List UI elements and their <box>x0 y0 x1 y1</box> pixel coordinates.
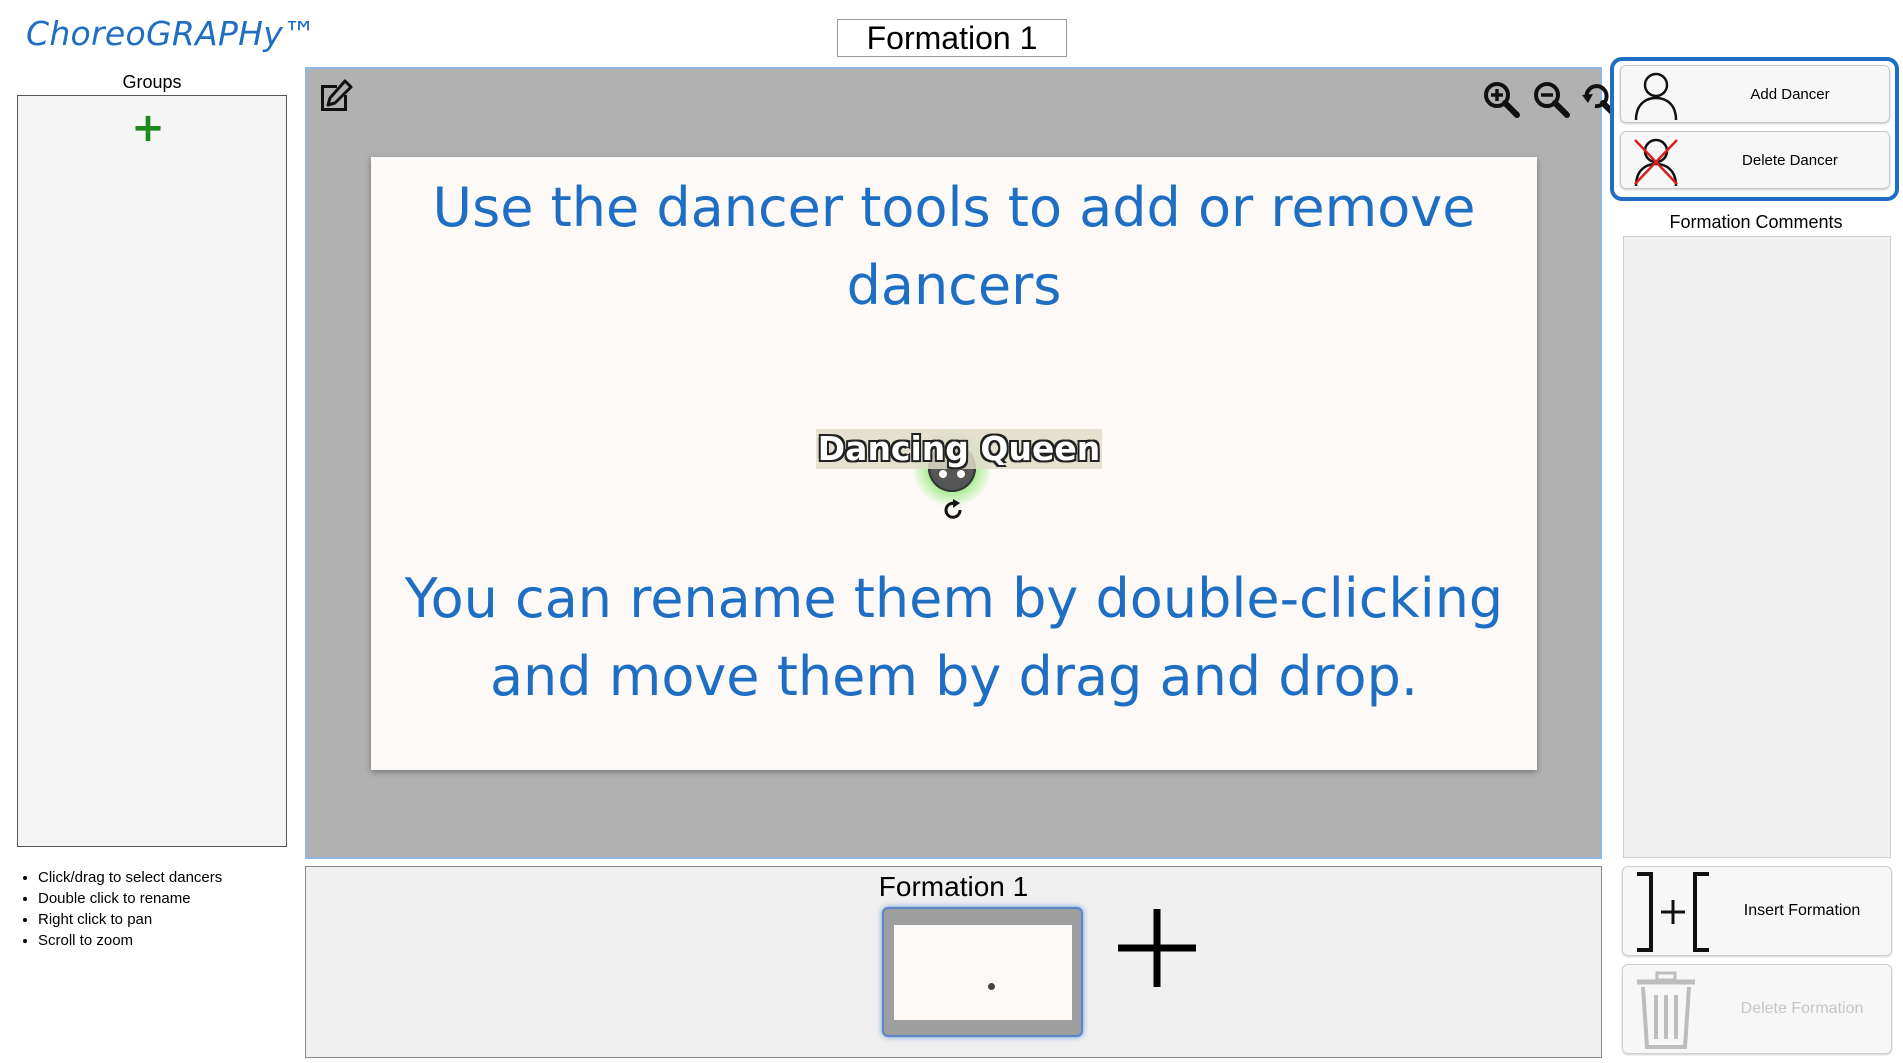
formation-title-text: Formation 1 <box>866 19 1038 56</box>
formation-timeline[interactable]: Formation 1 <box>305 866 1602 1058</box>
timeline-current-label: Formation 1 <box>878 871 1029 902</box>
dancer-eye <box>957 470 965 478</box>
instruction-text-top: Use the dancer tools to add or remove da… <box>432 176 1476 317</box>
add-dancer-button[interactable]: Add Dancer <box>1620 65 1890 123</box>
dancer-eye <box>939 470 947 478</box>
stage-canvas[interactable]: Use the dancer tools to add or remove da… <box>305 67 1618 859</box>
rotate-icon[interactable] <box>940 497 966 523</box>
edit-icon[interactable] <box>315 77 355 117</box>
formation-thumbnail[interactable] <box>882 907 1083 1037</box>
formation-comments-label: Formation Comments <box>1669 212 1843 232</box>
groups-label: Groups <box>122 72 182 92</box>
help-item: Right click to pan <box>38 909 222 930</box>
thumbnail-dancer-dot <box>988 983 995 990</box>
formation-title[interactable]: Formation 1 <box>837 19 1067 57</box>
thumbnail-floor <box>894 925 1072 1020</box>
delete-formation-label: Delete Formation <box>1740 1000 1864 1017</box>
formation-comments-input[interactable] <box>1623 236 1891 858</box>
app-title: ChoreoGRAPHy™ <box>26 14 317 53</box>
delete-formation-button[interactable]: Delete Formation <box>1622 964 1892 1054</box>
user-delete-icon <box>1634 138 1678 187</box>
dancer-name-label[interactable]: Dancing Queen <box>816 429 1102 469</box>
zoom-out-icon[interactable] <box>1531 79 1571 119</box>
stage-floor[interactable]: Use the dancer tools to add or remove da… <box>371 157 1537 770</box>
user-icon <box>1634 72 1678 121</box>
delete-dancer-button[interactable]: Delete Dancer <box>1620 131 1890 189</box>
trash-icon <box>1637 971 1695 1049</box>
delete-dancer-label: Delete Dancer <box>1742 151 1838 169</box>
help-item: Click/drag to select dancers <box>38 867 222 888</box>
add-group-button[interactable]: + <box>128 108 168 148</box>
add-dancer-label: Add Dancer <box>1750 85 1830 103</box>
insert-formation-label: Insert Formation <box>1743 902 1861 919</box>
insert-formation-icon <box>1637 872 1709 952</box>
help-item: Scroll to zoom <box>38 930 222 951</box>
help-item: Double click to rename <box>38 888 222 909</box>
instruction-text-bottom: You can rename them by double-clicking a… <box>404 567 1504 708</box>
groups-panel[interactable]: + <box>17 95 287 847</box>
zoom-in-icon[interactable] <box>1481 79 1521 119</box>
help-list: Click/drag to select dancers Double clic… <box>18 867 222 951</box>
dancer-tools-panel: Add Dancer Delete Dancer <box>1610 57 1899 201</box>
plus-icon[interactable] <box>1116 907 1198 989</box>
insert-formation-button[interactable]: Insert Formation <box>1622 866 1892 956</box>
